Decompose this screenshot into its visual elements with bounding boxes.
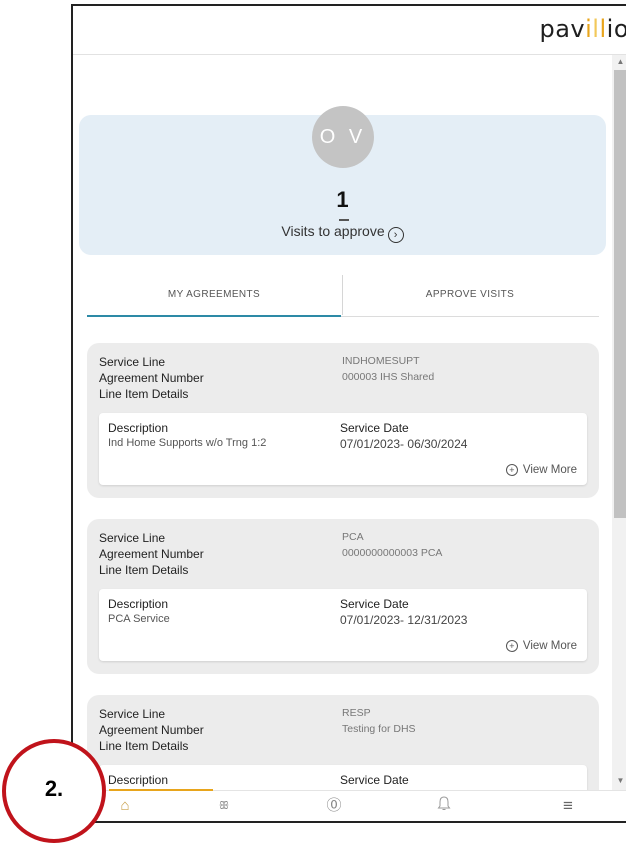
visits-to-approve-label: Visits to approve bbox=[281, 223, 385, 239]
step-label: 2. bbox=[44, 776, 64, 801]
service-date-value: 07/01/2023- 06/30/2024 bbox=[340, 437, 468, 451]
scroll-up-icon[interactable]: ▲ bbox=[614, 57, 626, 66]
view-more-button[interactable]: + View More bbox=[505, 464, 577, 476]
service-line-label: Service Line bbox=[99, 531, 166, 545]
service-date-label: Service Date bbox=[340, 773, 409, 787]
pavillio-logo[interactable]: pavillio bbox=[539, 15, 626, 43]
bell-icon[interactable] bbox=[424, 791, 464, 821]
service-line-label: Service Line bbox=[99, 355, 166, 369]
logo-text-1: pav bbox=[539, 15, 586, 43]
service-line-value: PCA bbox=[342, 531, 364, 543]
people-icon[interactable]: ꕥ bbox=[204, 791, 244, 821]
line-item-details-label: Line Item Details bbox=[99, 563, 189, 577]
top-bar: pavillio bbox=[73, 6, 626, 55]
step-marker-circle: 2. bbox=[2, 739, 106, 843]
logo-text-6: o bbox=[614, 15, 626, 43]
agreement-card: Service Line Agreement Number Line Item … bbox=[87, 343, 599, 498]
tab-my-agreements[interactable]: MY AGREEMENTS bbox=[87, 275, 341, 317]
scroll-down-icon[interactable]: ▼ bbox=[614, 776, 626, 785]
view-more-label: View More bbox=[522, 464, 577, 476]
visits-count: 1 bbox=[336, 187, 349, 212]
service-date-label: Service Date bbox=[340, 421, 409, 435]
logo-text-5: i bbox=[606, 15, 614, 43]
support-icon[interactable]: ⓪ bbox=[314, 791, 354, 821]
agreement-number-value: 0000000000003 PCA bbox=[342, 547, 443, 559]
description-label: Description bbox=[108, 773, 169, 787]
line-item-box: Description PCA Service Service Date 07/… bbox=[99, 589, 587, 661]
agreement-number-label: Agreement Number bbox=[99, 723, 204, 737]
menu-icon[interactable]: ≡ bbox=[548, 791, 588, 821]
service-date-label: Service Date bbox=[340, 597, 409, 611]
description-value: Ind Home Supports w/o Trng 1:2 bbox=[108, 437, 267, 449]
view-more-label: View More bbox=[522, 640, 577, 652]
chevron-right-icon[interactable]: › bbox=[387, 227, 404, 243]
avatar[interactable]: O V bbox=[312, 106, 374, 168]
service-date-value: 07/01/2023- 12/31/2023 bbox=[340, 613, 468, 627]
count-underline bbox=[339, 219, 349, 221]
logo-text-4: l bbox=[599, 15, 607, 43]
service-line-value: RESP bbox=[342, 707, 371, 719]
agreement-number-value: 000003 IHS Shared bbox=[342, 371, 435, 383]
plus-circle-icon: + bbox=[505, 464, 518, 476]
agreement-number-label: Agreement Number bbox=[99, 371, 204, 385]
visits-to-approve-link[interactable]: Visits to approve › bbox=[79, 223, 606, 243]
tab-approve-visits[interactable]: APPROVE VISITS bbox=[342, 275, 597, 315]
bottom-nav: ⌂ ꕥ ⓪ ≡ bbox=[73, 789, 626, 821]
plus-circle-icon: + bbox=[505, 640, 518, 652]
app-frame: pavillio O V 1 Visits to approve› MY AGR… bbox=[71, 4, 626, 823]
line-item-box: Description Ind Home Supports w/o Trng 1… bbox=[99, 413, 587, 485]
agreement-number-label: Agreement Number bbox=[99, 547, 204, 561]
service-line-label: Service Line bbox=[99, 707, 166, 721]
main-content: O V 1 Visits to approve › MY AGREEMENTS A… bbox=[73, 55, 611, 790]
agreement-number-value: Testing for DHS bbox=[342, 723, 416, 735]
line-item-details-label: Line Item Details bbox=[99, 739, 189, 753]
visits-summary-panel: O V 1 Visits to approve › bbox=[79, 106, 606, 255]
scrollbar-thumb[interactable] bbox=[614, 70, 626, 518]
view-more-button[interactable]: + View More bbox=[505, 640, 577, 652]
line-item-box: Description Service Date bbox=[99, 765, 587, 790]
description-label: Description bbox=[108, 421, 169, 435]
description-value: PCA Service bbox=[108, 613, 170, 625]
bell-icon-svg bbox=[437, 796, 451, 810]
description-label: Description bbox=[108, 597, 169, 611]
agreement-card: Service Line Agreement Number Line Item … bbox=[87, 695, 599, 790]
line-item-details-label: Line Item Details bbox=[99, 387, 189, 401]
service-line-value: INDHOMESUPT bbox=[342, 355, 420, 367]
home-icon[interactable]: ⌂ bbox=[105, 791, 145, 821]
tab-bar: MY AGREEMENTS APPROVE VISITS bbox=[87, 275, 599, 317]
agreement-card: Service Line Agreement Number Line Item … bbox=[87, 519, 599, 674]
